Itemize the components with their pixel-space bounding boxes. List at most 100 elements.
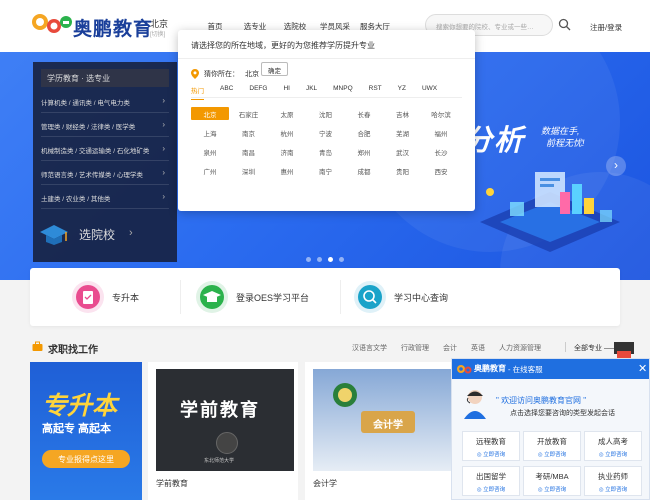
city-option[interactable]: 杭州 — [268, 126, 306, 139]
consult-button-sub: ◎ 立即咨询 — [598, 487, 628, 493]
quick-link-center-search[interactable]: 学习中心查询 — [354, 280, 448, 314]
chat-hint: 点击选择您要咨询的类型发起会话 — [510, 410, 615, 417]
clipboard-icon — [72, 281, 104, 313]
consult-button-title: 考研/MBA — [535, 472, 569, 481]
city-option[interactable]: 青岛 — [307, 145, 345, 158]
city-option[interactable]: 芜湖 — [384, 126, 422, 139]
city-option[interactable]: 深圳 — [230, 164, 268, 177]
city-option[interactable]: 济南 — [268, 145, 306, 158]
city-option[interactable]: 南昌 — [230, 145, 268, 158]
city-switch-link[interactable]: [切换] — [150, 29, 165, 38]
close-icon[interactable]: ✕ — [638, 362, 647, 375]
consult-button-sub: ◎ 立即咨询 — [537, 452, 567, 458]
category-menu-title: 学历教育 · 选专业 — [41, 69, 169, 87]
city-option[interactable]: 长春 — [345, 107, 383, 120]
city-option[interactable]: 成都 — [345, 164, 383, 177]
banner-next-button[interactable]: › — [606, 156, 626, 176]
section-title: 求职找工作 — [48, 345, 98, 356]
quick-link-label: 登录OES学习平台 — [236, 292, 310, 303]
category-item[interactable]: 管理类 / 财经类 / 法律类 / 医学类 › — [41, 115, 169, 137]
consult-button-title: 出国留学 — [476, 472, 506, 481]
consult-button-sub: ◎ 立即咨询 — [476, 452, 506, 458]
major-tag[interactable]: 汉语言文学 — [352, 343, 387, 353]
city-option[interactable]: 南宁 — [307, 164, 345, 177]
carousel-dot-active[interactable] — [328, 257, 333, 262]
major-tag[interactable]: 会计 — [443, 343, 457, 353]
major-card-caption: 会计学 — [313, 479, 337, 488]
login-register-link[interactable]: 注册/登录 — [590, 22, 622, 33]
quick-link-upgrade[interactable]: 专升本 — [72, 280, 139, 314]
consult-button-remote[interactable]: 远程教育 ◎ 立即咨询 — [462, 431, 520, 461]
major-card-image: 会计学 — [313, 369, 451, 471]
city-option[interactable]: 吉林 — [384, 107, 422, 120]
city-option[interactable]: 武汉 — [384, 145, 422, 158]
major-card-caption: 学前教育 — [156, 479, 188, 488]
city-option[interactable]: 哈尔滨 — [422, 107, 460, 120]
quick-link-oes-login[interactable]: 登录OES学习平台 — [196, 280, 309, 314]
consult-button-title: 成人高考 — [598, 437, 628, 446]
major-tag[interactable]: 英语 — [471, 343, 485, 353]
carousel-dots — [306, 257, 344, 262]
major-tag[interactable]: 行政管理 — [401, 343, 429, 353]
city-option[interactable]: 惠州 — [268, 164, 306, 177]
select-school-link[interactable]: 选院校 › — [33, 216, 133, 254]
location-pin-icon — [191, 69, 199, 79]
category-item[interactable]: 师范语言类 / 艺术传媒类 / 心理学类 › — [41, 163, 169, 185]
city-option[interactable]: 郑州 — [345, 145, 383, 158]
quick-link-label: 学习中心查询 — [394, 292, 449, 303]
chevron-right-icon: › — [162, 96, 165, 105]
guess-location: 猜你所在： 北京 — [191, 67, 259, 81]
side-float-tab[interactable] — [617, 351, 631, 358]
promo-card-upgrade[interactable]: 专升本 高起专 高起本 专业报得点这里 — [30, 362, 142, 500]
brand-name[interactable]: 奥鹏教育 — [73, 14, 153, 41]
city-option[interactable]: 石家庄 — [230, 107, 268, 120]
consult-button-open[interactable]: 开放教育 ◎ 立即咨询 — [523, 431, 581, 461]
city-option[interactable]: 太原 — [268, 107, 306, 120]
quick-links-bar: 专升本 登录OES学习平台 学习中心查询 — [30, 268, 620, 326]
category-item-label: 机械制造类 / 交通运输类 / 石化地矿类 — [41, 148, 150, 155]
carousel-dot[interactable] — [339, 257, 344, 262]
consult-button-title: 执业药师 — [598, 472, 628, 481]
category-item[interactable]: 机械制造类 / 交通运输类 / 石化地矿类 › — [41, 139, 169, 161]
city-option[interactable]: 宁波 — [307, 126, 345, 139]
city-option[interactable]: 北京 — [191, 107, 229, 120]
chevron-right-icon: › — [162, 192, 165, 201]
city-option[interactable]: 南京 — [230, 126, 268, 139]
city-option[interactable]: 上海 — [191, 126, 229, 139]
banner-slogan: 前程无忧! — [546, 138, 585, 148]
confirm-button[interactable]: 确定 — [261, 62, 288, 76]
chevron-right-icon: › — [162, 144, 165, 153]
consult-button-adult[interactable]: 成人高考 ◎ 立即咨询 — [584, 431, 642, 461]
location-search-icon — [354, 281, 386, 313]
divider — [178, 58, 475, 59]
briefcase-icon — [32, 341, 43, 351]
city-option[interactable]: 合肥 — [345, 126, 383, 139]
category-item-label: 计算机类 / 通讯类 / 电气电力类 — [41, 100, 130, 107]
city-option[interactable]: 广州 — [191, 164, 229, 177]
university-seal-icon — [216, 432, 238, 454]
city-option[interactable]: 长沙 — [422, 145, 460, 158]
graduation-cap-icon — [40, 225, 68, 245]
city-option[interactable]: 西安 — [422, 164, 460, 177]
consult-button-sub: ◎ 立即咨询 — [537, 487, 567, 493]
city-option[interactable]: 泉州 — [191, 145, 229, 158]
consult-button-mba[interactable]: 考研/MBA ◎ 立即咨询 — [523, 466, 581, 496]
region-select-modal: 请选择您的所在地域，更好的为您推荐学历提升专业 猜你所在： 北京 确定 热门 A… — [178, 30, 475, 211]
select-school-label: 选院校 — [79, 228, 116, 242]
promo-apply-button[interactable]: 专业报得点这里 — [42, 450, 130, 468]
all-majors-link[interactable]: 全部专业 —— — [574, 343, 618, 353]
carousel-dot[interactable] — [317, 257, 322, 262]
customer-service-avatar-icon — [464, 390, 486, 419]
major-card-preschool[interactable]: 学前教育 东北师范大学 学前教育 — [148, 362, 298, 500]
city-option[interactable]: 贵阳 — [384, 164, 422, 177]
major-card-accounting[interactable]: 会计学 会计学 — [305, 362, 455, 500]
category-item[interactable]: 土建类 / 农业类 / 其他类 › — [41, 187, 169, 209]
city-option[interactable]: 沈阳 — [307, 107, 345, 120]
consult-button-pharmacist[interactable]: 执业药师 ◎ 立即咨询 — [584, 466, 642, 496]
consult-button-abroad[interactable]: 出国留学 ◎ 立即咨询 — [462, 466, 520, 496]
category-item[interactable]: 计算机类 / 通讯类 / 电气电力类 › — [41, 91, 169, 113]
major-tag[interactable]: 人力资源管理 — [499, 343, 541, 353]
carousel-dot[interactable] — [306, 257, 311, 262]
city-option[interactable]: 福州 — [422, 126, 460, 139]
search-icon[interactable] — [558, 18, 571, 31]
